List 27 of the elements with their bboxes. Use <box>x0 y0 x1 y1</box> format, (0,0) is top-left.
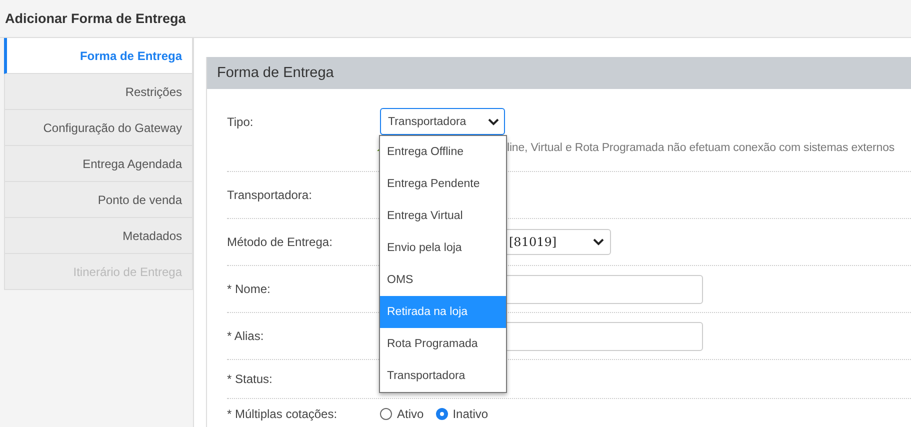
dropdown-option[interactable]: Entrega Pendente <box>380 168 506 200</box>
panel-header: Forma de Entrega <box>207 57 911 89</box>
type-select[interactable]: Transportadora <box>380 108 505 135</box>
hint-text: line, Virtual e Rota Programada não efetuam conexão com sistemas externos <box>507 142 895 154</box>
dropdown-option[interactable]: Envio pela loja <box>380 232 506 264</box>
dropdown-option[interactable]: Entrega Virtual <box>380 200 506 232</box>
field-label: Método de Entrega: <box>227 235 334 249</box>
field-label: * Nome: <box>227 282 272 296</box>
sidebar-tab[interactable]: Restrições <box>4 74 193 110</box>
sidebar-tab[interactable]: Ponto de venda <box>4 182 193 218</box>
sidebar-tab[interactable]: Forma de Entrega <box>4 38 193 74</box>
field-label: Tipo: <box>227 114 254 128</box>
chevron-icon <box>488 118 499 126</box>
sidebar-tab[interactable]: Entrega Agendada <box>4 146 193 182</box>
chevron-icon <box>593 238 604 246</box>
field-label: Transportadora: <box>227 188 313 202</box>
sidebar-tab[interactable]: Configuração do Gateway <box>4 110 193 146</box>
dropdown-option[interactable]: Transportadora <box>380 360 506 392</box>
dropdown-option[interactable]: Rota Programada <box>380 328 506 360</box>
sidebar-tab[interactable]: Metadados <box>4 218 193 254</box>
field-label: * Alias: <box>227 329 265 343</box>
dropdown-option[interactable]: OMS <box>380 264 506 296</box>
dropdown-option[interactable]: Entrega Offline <box>380 136 506 168</box>
field-label: * Status: <box>227 372 274 386</box>
field-label: * Múltiplas cotações: <box>227 407 338 421</box>
radio-option[interactable]: Ativo <box>380 407 424 421</box>
radio-option[interactable]: Inativo <box>436 407 488 421</box>
